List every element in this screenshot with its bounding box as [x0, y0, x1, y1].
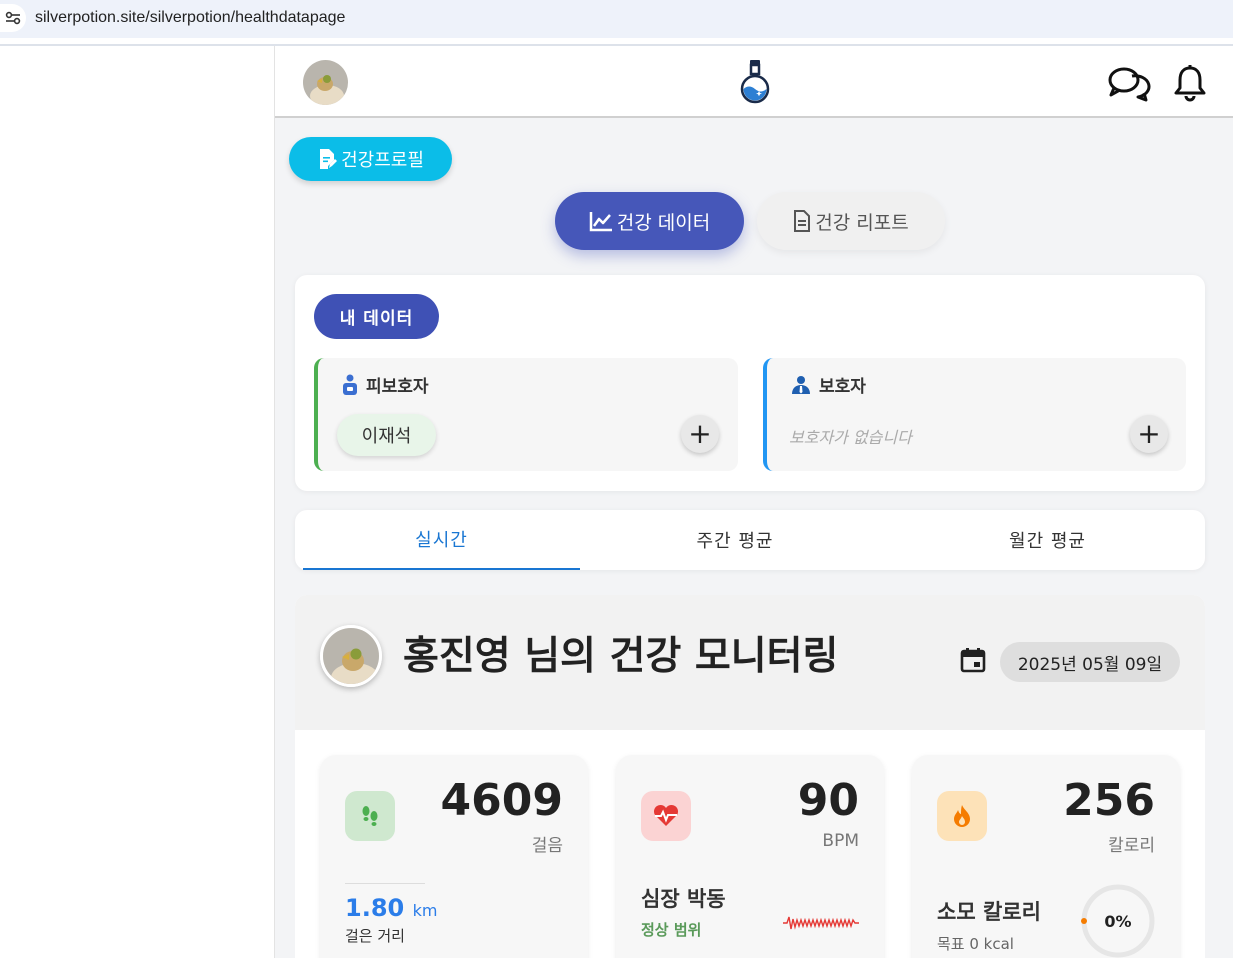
calories-goal: 목표 0 kcal: [937, 935, 1014, 953]
tab-realtime[interactable]: 실시간: [303, 510, 580, 570]
steps-value: 4609: [440, 775, 563, 826]
distance-label: 걸은 거리: [345, 927, 405, 945]
heart-rate-title: 심장 박동: [641, 887, 726, 911]
calories-percent: 0%: [1104, 911, 1132, 931]
document-edit-icon: [320, 149, 338, 169]
guardian-title-text: 보호자: [819, 377, 866, 397]
monitor-title: 홍진영 님의 건강 모니터링: [403, 634, 839, 679]
add-dependent-button[interactable]: +: [681, 415, 719, 453]
notification-bell-icon[interactable]: [1173, 64, 1207, 106]
dependent-title: 피보호자: [342, 372, 429, 397]
period-tabs: 실시간 주간 평균 월간 평균: [295, 510, 1205, 570]
health-monitor-panel: 홍진영 님의 건강 모니터링 2025년 05월 09일 4609 걸음 1.8…: [295, 595, 1205, 958]
dependent-panel: 피보호자 이재석 +: [314, 358, 738, 471]
flask-logo-icon[interactable]: [737, 58, 773, 110]
ecg-wave-icon: [783, 916, 859, 930]
user-tie-icon: [792, 375, 810, 394]
tab-monthly-average[interactable]: 월간 평균: [890, 510, 1205, 570]
tab-weekly-average[interactable]: 주간 평균: [580, 510, 890, 570]
steps-card[interactable]: 4609 걸음 1.80 km 걸은 거리: [320, 755, 588, 958]
dependent-person-chip[interactable]: 이재석: [337, 414, 436, 456]
my-data-card: 내 데이터 피보호자 이재석 + 보호자 보호자가 없습니다 +: [295, 275, 1205, 491]
calories-value: 256: [1063, 775, 1155, 826]
heart-rate-value: 90: [797, 775, 859, 826]
app-header: [275, 46, 1233, 118]
calories-progress-ring: 0%: [1080, 883, 1156, 958]
chat-icon[interactable]: [1106, 64, 1154, 106]
calories-card[interactable]: 256 칼로리 소모 칼로리 목표 0 kcal 0%: [912, 755, 1180, 958]
health-profile-label: 건강프로필: [341, 150, 424, 171]
guardian-panel: 보호자 보호자가 없습니다 +: [763, 358, 1186, 471]
app-container: 건강프로필 건강 데이터 건강 리포트 내 데이터 피보호자 이재석 + 보호자…: [274, 46, 1233, 958]
site-settings-icon[interactable]: [0, 4, 26, 32]
footprints-icon: [345, 791, 395, 841]
tab-health-data-label: 건강 데이터: [616, 211, 711, 234]
calories-title: 소모 칼로리: [937, 900, 1041, 924]
tab-health-report-label: 건강 리포트: [815, 211, 909, 234]
distance-value: 1.80 km: [345, 894, 437, 922]
steps-unit: 걸음: [531, 836, 563, 856]
add-guardian-button[interactable]: +: [1130, 415, 1168, 453]
dependent-title-text: 피보호자: [366, 377, 429, 397]
tab-health-data[interactable]: 건강 데이터: [555, 192, 744, 250]
monitor-avatar: [320, 625, 382, 687]
heart-rate-card[interactable]: 90 BPM 심장 박동 정상 범위: [616, 755, 884, 958]
fire-icon: [937, 791, 987, 841]
date-selector[interactable]: 2025년 05월 09일: [1000, 642, 1180, 682]
heartbeat-icon: [641, 791, 691, 841]
heart-rate-status: 정상 범위: [641, 921, 702, 939]
guardian-empty-text: 보호자가 없습니다: [789, 428, 912, 447]
calories-unit: 칼로리: [1108, 836, 1155, 856]
line-chart-icon: [589, 212, 612, 232]
guardian-title: 보호자: [791, 372, 866, 397]
my-data-button[interactable]: 내 데이터: [314, 294, 439, 339]
report-document-icon: [794, 210, 811, 232]
heart-rate-unit: BPM: [822, 831, 859, 851]
person-badge-icon: [343, 374, 357, 395]
calendar-icon[interactable]: [960, 647, 986, 677]
steps-divider: [345, 883, 425, 884]
user-avatar[interactable]: [303, 60, 348, 105]
browser-address-bar[interactable]: silverpotion.site/silverpotion/healthdat…: [0, 0, 1233, 38]
tab-health-report[interactable]: 건강 리포트: [757, 192, 945, 250]
distance-unit: km: [412, 901, 438, 920]
health-profile-button[interactable]: 건강프로필: [289, 137, 452, 181]
url-text[interactable]: silverpotion.site/silverpotion/healthdat…: [35, 9, 345, 27]
distance-number: 1.80: [345, 894, 405, 922]
